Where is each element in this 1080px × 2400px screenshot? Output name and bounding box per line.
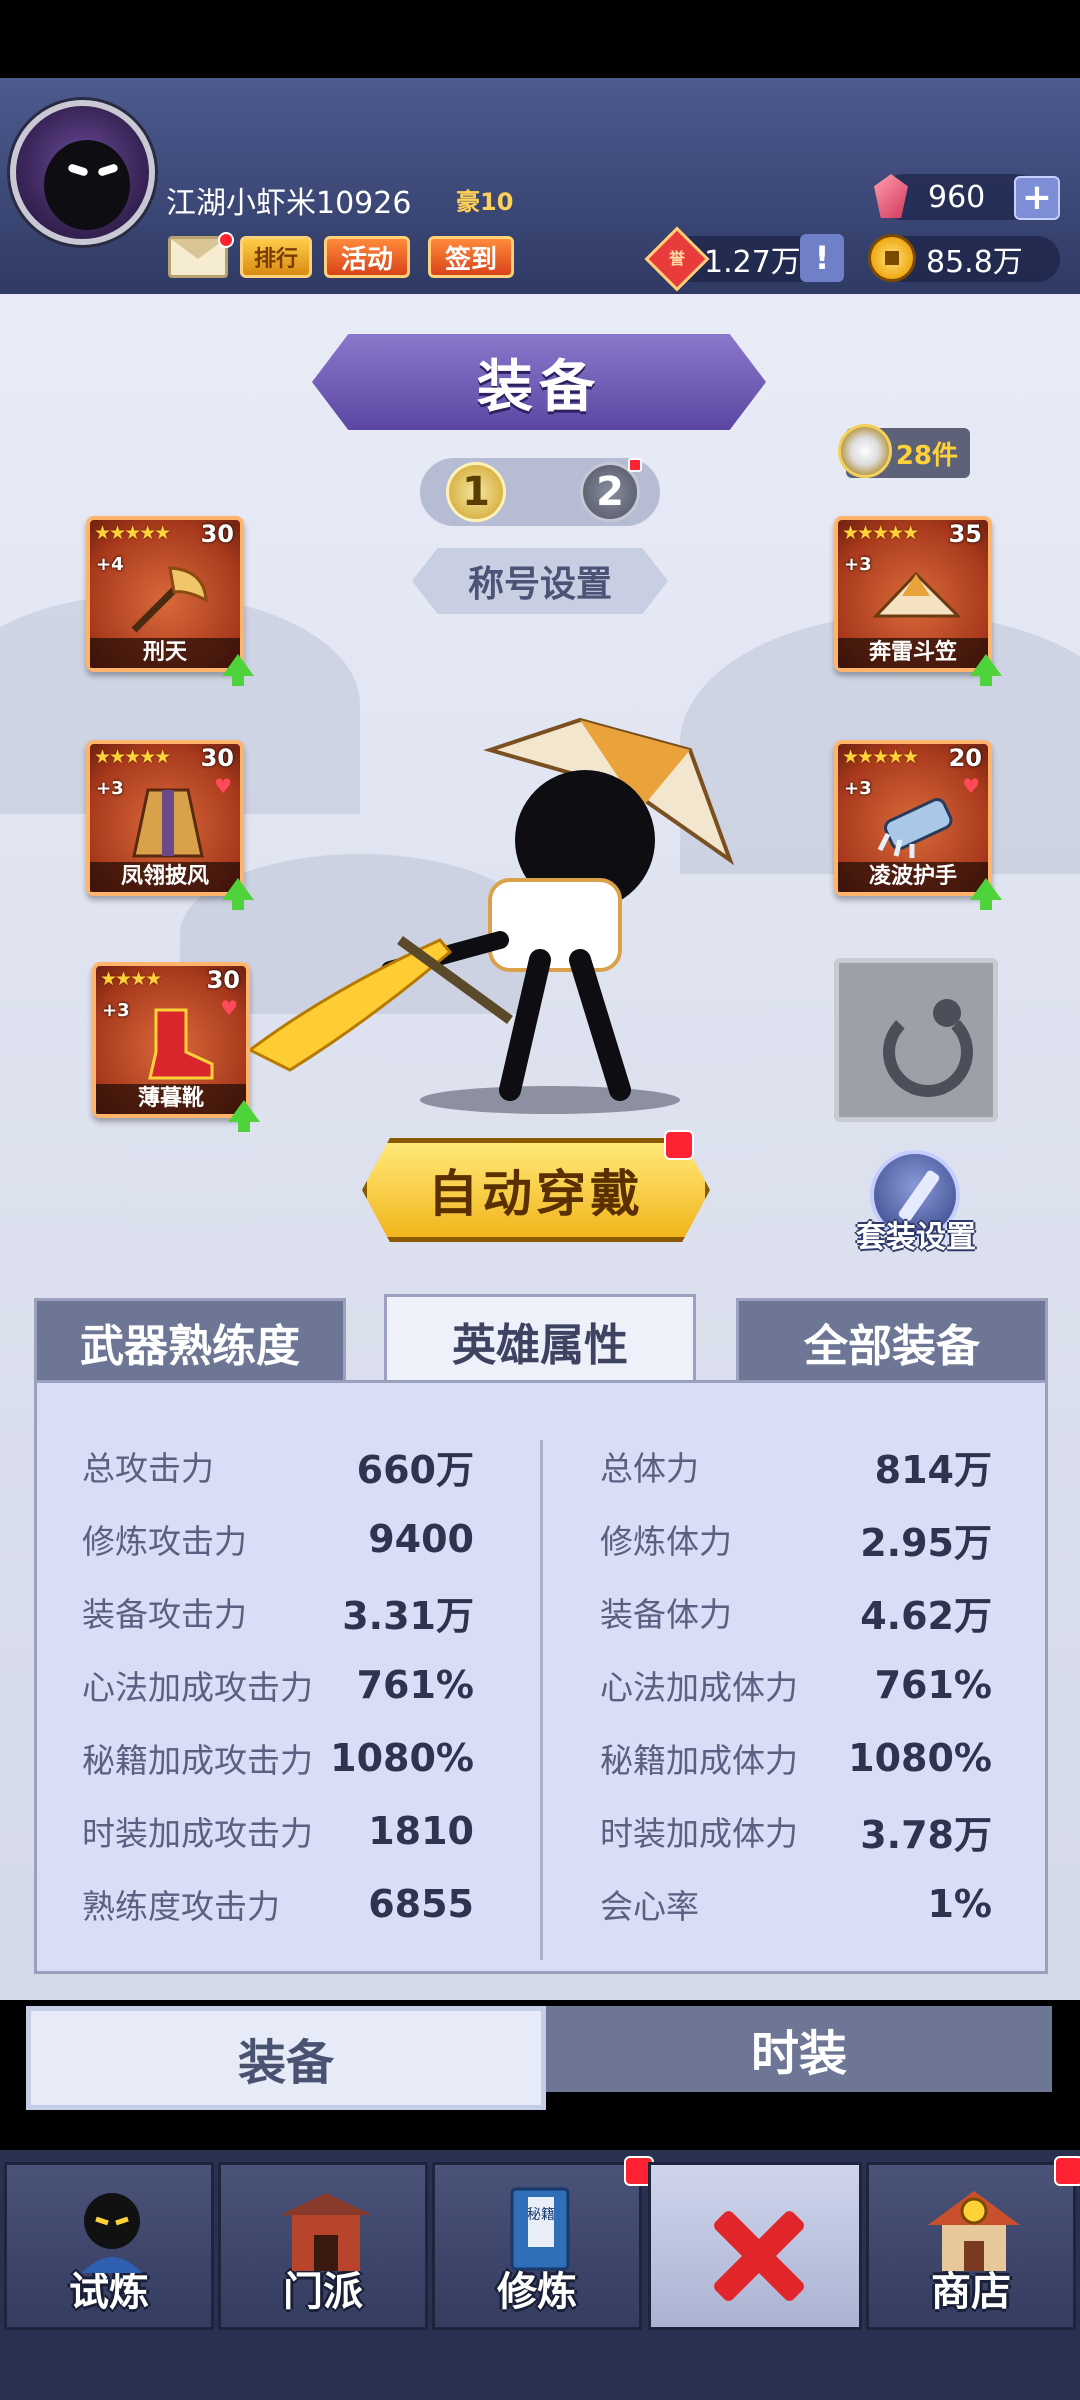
ranking-button[interactable]: 排行 [240,236,312,278]
hero-character [250,717,735,1114]
equip-name: 刑天 [90,638,240,668]
stat-row: 装备体力 4.62万 [600,1593,992,1638]
close-icon [693,2201,823,2311]
stat-row: 会心率 1% [600,1882,992,1926]
equip-name: 凤翎披风 [90,862,240,892]
mail-notification-dot [218,232,234,248]
coin-amount: 85.8万 [926,245,1023,280]
pieces-count: 28件 [895,440,958,471]
stat-row: 总体力 814万 [600,1447,992,1492]
shop-notification-dot [1054,2156,1080,2186]
title-settings-button[interactable]: 称号设置 [412,548,668,614]
auto-equip-button[interactable]: 自动穿戴 [362,1138,710,1242]
nav-trial[interactable]: 试炼 [4,2162,214,2330]
secret-book-icon: 秘籍 [510,2187,570,2271]
add-gems-button[interactable]: + [1014,176,1060,220]
nav-sect[interactable]: 门派 [218,2162,428,2330]
nav-close-button[interactable] [648,2162,862,2330]
equip-slot-hat[interactable]: ★★★★★ 35 +3 奔雷斗笠 [834,516,1002,686]
ninja-icon [82,2193,142,2273]
auto-equip-notification-dot [664,1130,694,1160]
subtab-equipment[interactable]: 装备 [26,2006,546,2110]
equip-slot-weapon[interactable]: ★★★★★ 30 +4 刑天 [86,516,254,686]
top-black-bar [0,0,1080,78]
tab-hero-attributes[interactable]: 英雄属性 [384,1294,696,1384]
activity-button[interactable]: 活动 [324,236,410,278]
shop-icon [928,2191,1020,2271]
player-avatar[interactable] [10,100,155,245]
equip-name: 奔雷斗笠 [838,638,988,668]
bottom-safe-area [0,2334,1080,2400]
avatar-head-icon [44,140,130,230]
stat-row: 秘籍加成攻击力 1080% [82,1736,474,1780]
subtab-fashion[interactable]: 时装 [546,2006,1052,2092]
upgrade-arrow-icon [970,878,1002,910]
gem-amount: 960 [928,179,986,215]
equip-slot-cape[interactable]: ★★★★★ 30 +3 ♥ 凤翎披风 [86,740,254,910]
honor-amount: 1.27万 [704,245,801,280]
stat-row: 秘籍加成体力 1080% [600,1736,992,1780]
sign-in-button[interactable]: 签到 [428,236,514,278]
stat-row: 熟练度攻击力 6855 [82,1882,474,1926]
tab-all-equipment[interactable]: 全部装备 [736,1298,1048,1382]
scroll-bag-icon [838,424,892,478]
preset-2-notification-dot [628,458,642,472]
equip-slot-boots[interactable]: ★★★★ 30 +3 ♥ 薄暮靴 [92,962,260,1132]
stat-row: 修炼攻击力 9400 [82,1517,474,1561]
honor-info-button[interactable]: ! [800,234,844,282]
straw-hat-icon [872,571,960,618]
stat-row: 时装加成体力 3.78万 [600,1812,992,1857]
stat-row: 修炼体力 2.95万 [600,1520,992,1565]
coin-icon [868,234,916,282]
favorite-heart-icon: ♥ [214,774,232,798]
favorite-heart-icon: ♥ [220,996,238,1020]
vip-badge: 豪10 [456,188,514,216]
equip-slot-gauntlet[interactable]: ★★★★★ 20 +3 ♥ 凌波护手 [834,740,1002,910]
gauntlet-icon [877,798,953,858]
stat-row: 总攻击力 660万 [82,1447,474,1492]
stats-divider [540,1440,543,1960]
equip-name: 凌波护手 [838,862,988,892]
axe-icon [131,566,208,633]
equip-slot-empty[interactable] [834,958,998,1122]
cape-icon [132,788,204,858]
set-settings-label[interactable]: 套装设置 [846,1212,986,1256]
equip-name: 薄暮靴 [96,1084,246,1114]
temple-icon [280,2193,372,2271]
nav-cultivate[interactable]: 秘籍 修炼 [432,2162,642,2330]
stat-row: 时装加成攻击力 1810 [82,1809,474,1853]
boot-icon [148,1008,214,1080]
favorite-heart-icon: ♥ [962,774,980,798]
tab-weapon-mastery[interactable]: 武器熟练度 [34,1298,346,1382]
nav-shop[interactable]: 商店 [866,2162,1076,2330]
stat-row: 心法加成攻击力 761% [82,1663,474,1707]
page-title: 装备 [312,334,766,430]
stat-row: 心法加成体力 761% [600,1663,992,1707]
preset-1-button[interactable]: 1 [446,462,506,522]
upgrade-arrow-icon [970,654,1002,686]
stat-row: 装备攻击力 3.31万 [82,1593,474,1638]
gem-icon [868,170,914,222]
upgrade-arrow-icon [222,654,254,686]
player-name: 江湖小虾米10926 [166,186,412,221]
book-label: 秘籍 [527,2206,555,2223]
